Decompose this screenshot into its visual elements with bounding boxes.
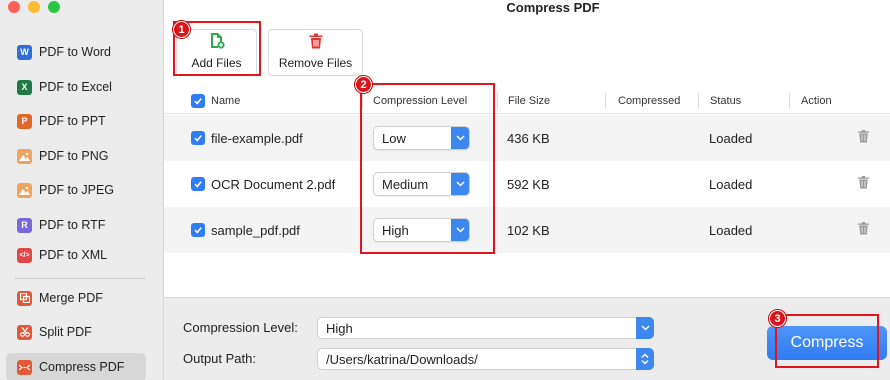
chevron-down-icon [451, 173, 469, 195]
scissors-icon [17, 324, 32, 340]
add-files-button[interactable]: Add Files [176, 29, 257, 76]
sidebar-item-compress-pdf[interactable]: Compress PDF [6, 353, 146, 380]
add-file-icon [209, 32, 225, 52]
column-header-compressed[interactable]: Compressed [618, 87, 680, 114]
column-header-file-size[interactable]: File Size [508, 87, 550, 114]
ppt-icon: P [17, 113, 32, 129]
step-badge-1: 1 [173, 21, 190, 38]
sidebar-item-pdf-to-excel[interactable]: X PDF to Excel [6, 73, 146, 101]
remove-files-label: Remove Files [278, 56, 353, 70]
output-path-select[interactable]: /Users/katrina/Downloads/ [317, 348, 654, 370]
output-path-label: Output Path: [183, 351, 256, 366]
compression-level-value: Medium [382, 176, 429, 192]
delete-row-button[interactable] [858, 115, 869, 161]
sidebar-item-label: PDF to XML [39, 248, 108, 262]
sidebar: W PDF to Word X PDF to Excel P PDF to PP… [0, 0, 164, 380]
select-all-checkbox[interactable] [191, 87, 205, 114]
delete-row-button[interactable] [858, 207, 869, 253]
column-divider [497, 92, 498, 109]
row-checkbox[interactable] [191, 131, 205, 145]
sidebar-item-label: PDF to PNG [39, 149, 109, 163]
trash-icon [858, 222, 869, 238]
image-icon [17, 148, 32, 164]
chevron-updown-icon [636, 348, 654, 370]
sidebar-item-label: Compress PDF [39, 360, 125, 374]
excel-icon: X [17, 79, 32, 95]
image-icon [17, 182, 32, 198]
status-text: Loaded [709, 222, 753, 238]
compression-level-select[interactable]: High [373, 218, 470, 242]
column-divider [605, 92, 606, 109]
status-text: Loaded [709, 130, 753, 146]
sidebar-item-label: PDF to Word [39, 45, 112, 59]
file-name: sample_pdf.pdf [211, 222, 300, 238]
sidebar-item-pdf-to-jpeg[interactable]: PDF to JPEG [6, 176, 146, 204]
status-text: Loaded [709, 176, 753, 192]
trash-icon [309, 33, 323, 52]
word-icon: W [17, 44, 32, 60]
sidebar-item-pdf-to-word[interactable]: W PDF to Word [6, 38, 146, 66]
sidebar-divider [14, 278, 146, 279]
sidebar-item-label: PDF to RTF [39, 218, 106, 232]
sidebar-item-label: PDF to Excel [39, 80, 112, 94]
table-row: sample_pdf.pdf High 102 KB Loaded [164, 207, 890, 253]
sidebar-item-label: Split PDF [39, 325, 92, 339]
global-compression-level-select[interactable]: High [317, 317, 654, 339]
delete-row-button[interactable] [858, 161, 869, 207]
file-size: 592 KB [507, 176, 550, 192]
file-name: OCR Document 2.pdf [211, 176, 336, 192]
compression-level-value: High [382, 222, 409, 238]
step-badge-3: 3 [769, 310, 786, 327]
sidebar-item-label: Merge PDF [39, 291, 103, 305]
file-size: 436 KB [507, 130, 550, 146]
column-divider [698, 92, 699, 109]
window-title: Compress PDF [506, 0, 600, 15]
remove-files-button[interactable]: Remove Files [268, 29, 363, 76]
sidebar-item-label: PDF to JPEG [39, 183, 115, 197]
chevron-down-icon [636, 317, 654, 339]
column-header-action[interactable]: Action [801, 87, 832, 114]
checkbox-icon [191, 93, 205, 108]
table-row: file-example.pdf Low 436 KB Loaded [164, 115, 890, 161]
sidebar-item-label: PDF to PPT [39, 114, 106, 128]
compress-icon [17, 359, 32, 375]
compress-button[interactable]: Compress [767, 326, 887, 360]
sidebar-item-merge-pdf[interactable]: Merge PDF [6, 284, 146, 312]
trash-icon [858, 176, 869, 192]
row-checkbox[interactable] [191, 177, 205, 191]
step-badge-2: 2 [355, 76, 372, 93]
table-header: Name Compression Level File Size Compres… [164, 87, 890, 114]
output-path-value: /Users/katrina/Downloads/ [326, 351, 478, 367]
sidebar-item-pdf-to-ppt[interactable]: P PDF to PPT [6, 107, 146, 135]
global-compression-level-value: High [326, 320, 353, 336]
compression-level-label: Compression Level: [183, 320, 298, 335]
file-size: 102 KB [507, 222, 550, 238]
minimize-window-button[interactable] [28, 1, 40, 13]
chevron-down-icon [451, 219, 469, 241]
column-divider [362, 92, 363, 109]
compression-level-select[interactable]: Medium [373, 172, 470, 196]
sidebar-item-split-pdf[interactable]: Split PDF [6, 318, 146, 346]
sidebar-item-pdf-to-rtf[interactable]: R PDF to RTF [6, 211, 146, 239]
compression-level-select[interactable]: Low [373, 126, 470, 150]
zoom-window-button[interactable] [48, 1, 60, 13]
window-controls [8, 1, 60, 13]
table-row: OCR Document 2.pdf Medium 592 KB Loaded [164, 161, 890, 207]
rtf-icon: R [17, 217, 32, 233]
compression-level-value: Low [382, 130, 406, 146]
trash-icon [858, 130, 869, 146]
row-checkbox[interactable] [191, 223, 205, 237]
column-header-name[interactable]: Name [211, 87, 240, 114]
column-header-compression-level[interactable]: Compression Level [373, 87, 467, 114]
close-window-button[interactable] [8, 1, 20, 13]
column-divider [789, 92, 790, 109]
sidebar-item-pdf-to-png[interactable]: PDF to PNG [6, 142, 146, 170]
code-icon: </> [17, 247, 32, 263]
add-files-label: Add Files [191, 56, 242, 70]
column-header-status[interactable]: Status [710, 87, 741, 114]
chevron-down-icon [451, 127, 469, 149]
sidebar-item-pdf-to-xml[interactable]: </> PDF to XML [6, 241, 146, 269]
merge-icon [17, 290, 32, 306]
file-name: file-example.pdf [211, 130, 303, 146]
